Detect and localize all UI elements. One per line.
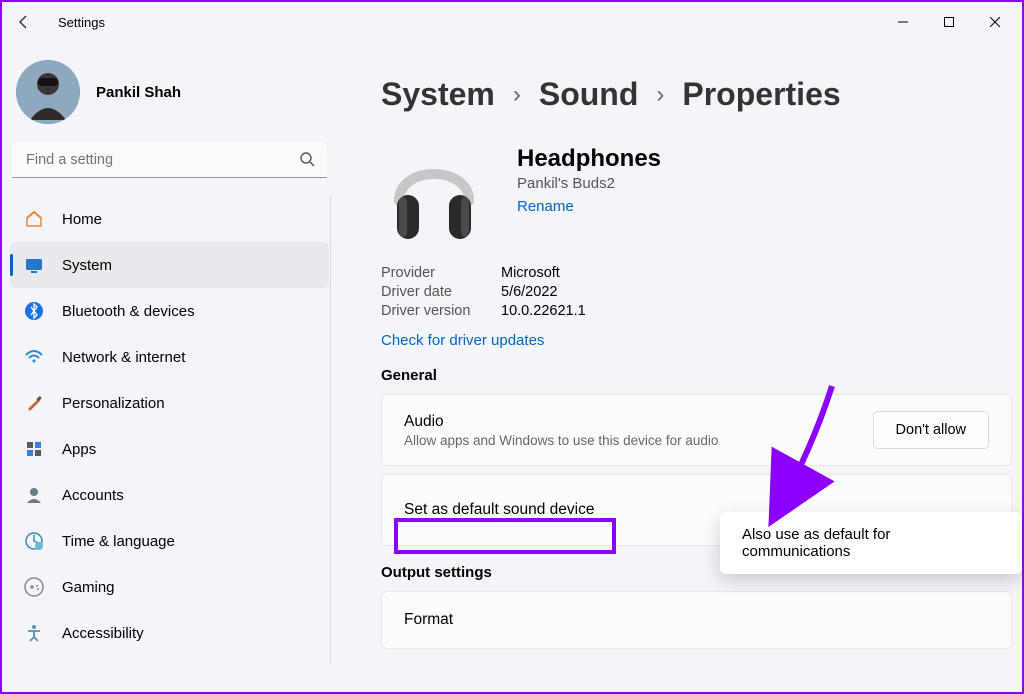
clock-globe-icon — [24, 531, 44, 551]
driver-updates-link[interactable]: Check for driver updates — [381, 332, 544, 349]
breadcrumb-sound[interactable]: Sound — [539, 76, 639, 113]
maximize-icon — [944, 17, 954, 27]
search-input[interactable] — [12, 142, 327, 178]
system-icon — [24, 255, 44, 275]
driver-version-label: Driver version — [381, 303, 491, 319]
sidebar-item-label: Home — [62, 211, 102, 228]
sidebar-item-label: System — [62, 257, 112, 274]
maximize-button[interactable] — [926, 4, 972, 40]
provider-value: Microsoft — [501, 265, 560, 281]
profile[interactable]: Pankil Shah — [8, 50, 331, 142]
sidebar-item-apps[interactable]: Apps — [10, 426, 329, 472]
driver-date-label: Driver date — [381, 284, 491, 300]
device-title: Headphones — [517, 145, 661, 173]
headphones-icon — [381, 139, 487, 243]
rename-link[interactable]: Rename — [517, 198, 574, 215]
search-icon — [299, 151, 315, 172]
sidebar-item-label: Time & language — [62, 533, 175, 550]
sidebar-item-label: Gaming — [62, 579, 115, 596]
sidebar-item-label: Apps — [62, 441, 96, 458]
default-dropdown-option[interactable]: Also use as default for communications — [720, 512, 1022, 574]
minimize-icon — [898, 17, 908, 27]
sidebar-item-home[interactable]: Home — [10, 196, 329, 242]
accessibility-icon — [24, 623, 44, 643]
sidebar-item-network[interactable]: Network & internet — [10, 334, 329, 380]
driver-date-value: 5/6/2022 — [501, 284, 557, 300]
breadcrumb: System › Sound › Properties — [381, 76, 1012, 113]
chevron-right-icon: › — [656, 81, 664, 109]
device-subtitle: Pankil's Buds2 — [517, 175, 661, 192]
back-button[interactable] — [6, 4, 42, 40]
sidebar-item-personalization[interactable]: Personalization — [10, 380, 329, 426]
provider-label: Provider — [381, 265, 491, 281]
sidebar-item-label: Bluetooth & devices — [62, 303, 195, 320]
close-icon — [990, 17, 1000, 27]
sidebar-item-label: Network & internet — [62, 349, 185, 366]
arrow-left-icon — [16, 14, 32, 30]
sidebar-item-label: Accounts — [62, 487, 124, 504]
sidebar-item-gaming[interactable]: Gaming — [10, 564, 329, 610]
wifi-icon — [24, 347, 44, 367]
bluetooth-icon — [24, 301, 44, 321]
gaming-icon — [24, 577, 44, 597]
chevron-right-icon: › — [513, 81, 521, 109]
avatar — [16, 60, 80, 124]
home-icon — [24, 209, 44, 229]
apps-icon — [24, 439, 44, 459]
sidebar-item-label: Accessibility — [62, 625, 144, 642]
breadcrumb-current: Properties — [682, 76, 840, 113]
dont-allow-button[interactable]: Don't allow — [873, 411, 989, 449]
person-icon — [24, 485, 44, 505]
close-button[interactable] — [972, 4, 1018, 40]
search-box[interactable] — [12, 142, 327, 178]
sidebar-item-time[interactable]: Time & language — [10, 518, 329, 564]
sidebar-item-accessibility[interactable]: Accessibility — [10, 610, 329, 656]
app-title: Settings — [58, 15, 105, 30]
minimize-button[interactable] — [880, 4, 926, 40]
sidebar-item-accounts[interactable]: Accounts — [10, 472, 329, 518]
format-card[interactable]: Format — [381, 591, 1012, 649]
breadcrumb-system[interactable]: System — [381, 76, 495, 113]
driver-version-value: 10.0.22621.1 — [501, 303, 586, 319]
sidebar-item-bluetooth[interactable]: Bluetooth & devices — [10, 288, 329, 334]
format-title: Format — [404, 611, 989, 629]
sidebar-item-system[interactable]: System — [10, 242, 329, 288]
general-section-label: General — [381, 367, 1012, 384]
audio-card: Audio Allow apps and Windows to use this… — [381, 394, 1012, 466]
profile-name: Pankil Shah — [96, 84, 181, 101]
sidebar-item-label: Personalization — [62, 395, 165, 412]
audio-title: Audio — [404, 413, 873, 431]
brush-icon — [24, 393, 44, 413]
audio-desc: Allow apps and Windows to use this devic… — [404, 433, 873, 448]
